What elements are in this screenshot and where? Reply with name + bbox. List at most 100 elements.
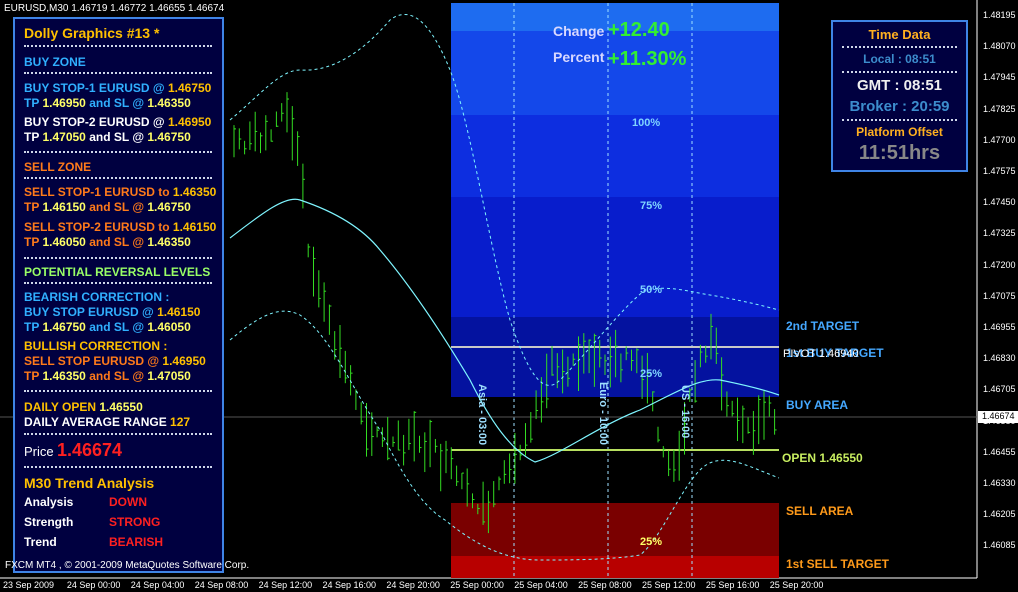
time-axis-tick: 25 Sep 04:00 (514, 580, 568, 590)
price-axis-tick: 1.46455 (983, 446, 1016, 457)
daily-open-value: 1.46550 (99, 400, 143, 414)
first-sell-target-label: 1st SELL TARGET (786, 557, 889, 571)
strength-value: STRONG (109, 515, 161, 529)
info-panel: Dolly Graphics #13 * BUY ZONE BUY STOP-1… (13, 17, 224, 573)
change-value: +12.40 (608, 19, 670, 41)
daily-open-label: DAILY OPEN (24, 400, 97, 414)
divider (842, 46, 957, 48)
buy-stop1-value: 1.46750 (167, 81, 212, 95)
price-axis-tick: 1.46955 (983, 322, 1016, 332)
price-axis-tick: 1.46085 (983, 540, 1016, 551)
divider (24, 433, 212, 435)
sl-label: and SL @ (89, 200, 145, 214)
platform-offset-label: Platform Offset (856, 125, 943, 139)
tp-label: TP (24, 96, 40, 110)
divider (24, 72, 212, 74)
panel-title: Dolly Graphics #13 * (24, 25, 160, 41)
second-target-label: 2nd TARGET (786, 319, 860, 333)
sell-zone-heading: SELL ZONE (24, 160, 92, 174)
divider (842, 119, 957, 121)
sell-stop2-value: 1.46150 (172, 220, 217, 234)
chart-title: EURUSD,M30 1.46719 1.46772 1.46655 1.466… (4, 3, 225, 14)
time-data-box: Time Data Local : 08:51 GMT : 08:51 Brok… (831, 20, 968, 172)
buy-area-label: BUY AREA (786, 398, 849, 412)
daily-average-range-value: 127 (170, 415, 191, 429)
trend-title: M30 Trend Analysis (24, 475, 155, 491)
buy-stop1-tp-value: 1.46950 (42, 96, 86, 110)
time-data-title: Time Data (868, 27, 931, 42)
sell-stop1-sl-value: 1.46750 (147, 200, 191, 214)
zone-100-label: 100% (632, 117, 661, 129)
time-axis-tick: 24 Sep 20:00 (386, 580, 440, 590)
divider (24, 177, 212, 179)
sell-stop1-text: SELL STOP-1 EURUSD to (24, 185, 170, 199)
price-axis-tick: 1.46205 (983, 509, 1016, 520)
price-axis-tick: 1.47200 (983, 259, 1016, 270)
tp-label: TP (24, 200, 40, 214)
time-axis-tick: 23 Sep 2009 (3, 580, 55, 590)
open-label: OPEN 1.46550 (782, 451, 863, 465)
price-axis-tick: 1.47075 (983, 290, 1016, 301)
zone-50-label: 50% (640, 284, 663, 296)
sell-stop2-text: SELL STOP-2 EURUSD to (24, 220, 170, 234)
price-axis-tick: 1.47450 (983, 197, 1016, 208)
divider (842, 71, 957, 73)
price-axis-tick: 1.47700 (983, 134, 1016, 145)
change-label: Change (553, 23, 605, 39)
time-axis-tick: 25 Sep 08:00 (578, 580, 632, 590)
price-axis-tick: 1.46830 (983, 353, 1016, 364)
bearish-sl-value: 1.46050 (147, 320, 191, 334)
tp-label: TP (24, 320, 40, 334)
bullish-correction-heading: BULLISH CORRECTION : (24, 339, 168, 353)
sell-stop2-tp-value: 1.46050 (42, 235, 86, 249)
bearish-tp-value: 1.46750 (42, 320, 86, 334)
local-time: Local : 08:51 (863, 52, 936, 66)
current-price-tag-text: 1.46674 (982, 411, 1015, 421)
time-axis-tick: 24 Sep 16:00 (322, 580, 377, 590)
daily-average-range-label: DAILY AVERAGE RANGE (24, 415, 167, 429)
us-session-label: US - 16:00 (679, 385, 691, 439)
price-axis-tick: 1.48070 (983, 41, 1016, 52)
bullish-value: 1.46950 (162, 354, 206, 368)
sl-label: and SL @ (89, 96, 145, 110)
tp-label: TP (24, 130, 40, 144)
price-axis-tick: 1.47945 (983, 72, 1016, 83)
time-axis-tick: 25 Sep 16:00 (705, 580, 760, 590)
buy-stop2-text: BUY STOP-2 EURUSD @ (24, 115, 165, 129)
time-axis-tick: 24 Sep 00:00 (66, 580, 121, 590)
divider (24, 257, 212, 259)
divider (24, 151, 212, 153)
price-axis-tick: 1.46330 (983, 478, 1016, 488)
zone-25-label: 25% (640, 368, 663, 380)
bearish-correction-heading: BEARISH CORRECTION : (24, 290, 170, 304)
platform-offset-value: 11:51hrs (858, 142, 941, 164)
bearish-value: 1.46150 (157, 305, 201, 319)
time-axis-tick: 24 Sep 04:00 (130, 580, 185, 590)
price-axis-tick: 1.46705 (983, 384, 1016, 395)
price-value: 1.46674 (56, 440, 123, 460)
price-axis-tick: 1.47825 (983, 103, 1016, 114)
percent-value: +11.30% (608, 48, 687, 70)
time-axis-tick: 25 Sep 12:00 (642, 580, 696, 590)
bullish-tp-value: 1.46350 (42, 369, 86, 383)
percent-label: Percent (553, 49, 605, 65)
euro-session-label: Euro - 10:00 (597, 382, 609, 445)
trend-label: Trend (24, 535, 57, 549)
divider (24, 45, 212, 47)
gmt-time: GMT : 08:51 (856, 77, 943, 94)
price-axis-tick: 1.47325 (983, 228, 1016, 239)
trend-value: BEARISH (109, 535, 164, 549)
sl-label: and SL @ (89, 369, 145, 383)
sell-stop2-sl-value: 1.46350 (147, 235, 191, 249)
price-axis-tick: 1.47575 (983, 166, 1016, 176)
tp-label: TP (24, 235, 40, 249)
divider (24, 390, 212, 392)
buy-stop2-tp-value: 1.47050 (42, 130, 86, 144)
sell-stop1-tp-value: 1.46150 (42, 200, 86, 214)
price-label: Price (24, 444, 54, 459)
sl-label: and SL @ (89, 320, 145, 334)
divider (24, 466, 212, 468)
sell-area-label: SELL AREA (786, 504, 854, 518)
bullish-sl-value: 1.47050 (147, 369, 191, 383)
sell-stop1-value: 1.46350 (172, 185, 217, 199)
